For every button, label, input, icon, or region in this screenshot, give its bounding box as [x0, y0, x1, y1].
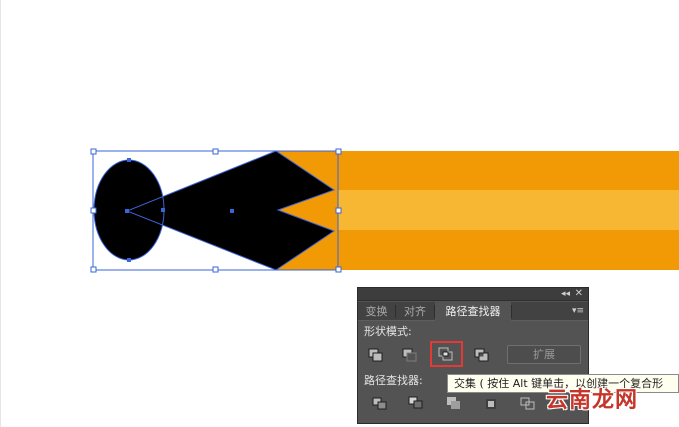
tab-divider [511, 305, 512, 318]
tab-align[interactable]: 对齐 [396, 302, 434, 321]
collapse-panel-icon[interactable]: ◂◂ [561, 289, 570, 299]
shape-modes-label: 形状模式: [364, 325, 412, 338]
pathfinders-label: 路径查找器: [364, 374, 423, 387]
tab-pathfinder[interactable]: 路径查找器 [435, 302, 511, 321]
divide-icon[interactable] [372, 397, 388, 411]
unite-icon[interactable] [368, 348, 384, 362]
expand-button[interactable]: 扩展 [507, 345, 581, 364]
merge-icon[interactable] [446, 396, 462, 410]
tab-transform[interactable]: 变换 [358, 302, 395, 321]
crop-icon[interactable] [483, 397, 499, 411]
panel-menu-icon[interactable]: ▾≡ [572, 306, 584, 316]
exclude-icon[interactable] [474, 348, 490, 362]
panel-tab-strip: 变换 对齐 路径查找器 ▾≡ [358, 302, 588, 321]
outline-icon[interactable] [520, 397, 536, 411]
intersect-button-highlight [430, 341, 463, 367]
trim-icon[interactable] [408, 396, 424, 410]
minus-front-icon[interactable] [402, 348, 418, 362]
panel-title-bar[interactable]: ◂◂ ✕ [358, 288, 588, 301]
close-icon[interactable]: ✕ [575, 288, 583, 300]
watermark-logo: 云南龙网 [546, 387, 639, 413]
